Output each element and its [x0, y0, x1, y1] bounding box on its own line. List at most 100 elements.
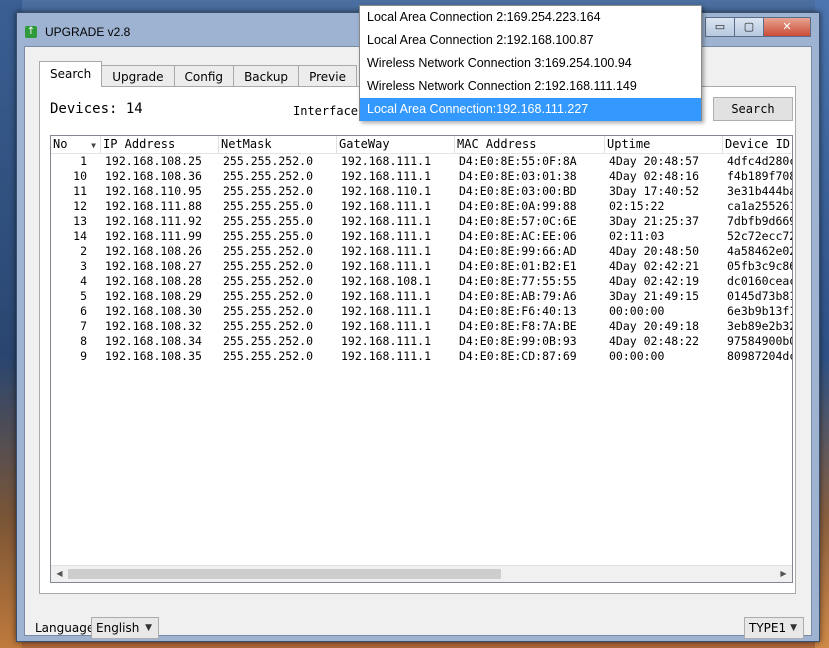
search-button[interactable]: Search — [713, 97, 793, 121]
table-row[interactable]: 3 192.168.108.27 255.255.252.0 192.168.111.… — [51, 259, 793, 274]
tab-bar: Search Upgrade Config Backup Previe — [39, 61, 357, 87]
table-cell: 255.255.252.0 — [223, 334, 314, 348]
sort-down-icon: ▼ — [91, 141, 96, 150]
table-cell: 52c72ecc72 — [727, 229, 793, 243]
table-cell: 255.255.252.0 — [223, 244, 314, 258]
table-cell: D4:E0:8E:0A:99:88 — [459, 199, 577, 213]
interface-dropdown-list: Local Area Connection 2:169.254.223.164 L… — [359, 5, 702, 121]
table-cell: 192.168.108.30 — [105, 304, 202, 318]
table-cell: 192.168.110.95 — [105, 184, 202, 198]
table-cell: 7dbfb9d669 — [727, 214, 793, 228]
table-cell: 192.168.108.28 — [105, 274, 202, 288]
table-cell: 192.168.111.1 — [341, 349, 432, 363]
table-cell: 6 — [80, 304, 87, 318]
table-cell: 11 — [73, 184, 87, 198]
tab-config[interactable]: Config — [173, 65, 235, 87]
table-cell: 0145d73b81 — [727, 289, 793, 303]
app-upload-icon: ↑ — [25, 26, 37, 38]
column-header-netmask[interactable]: NetMask — [219, 136, 337, 153]
table-cell: 05fb3c9c86 — [727, 259, 793, 273]
table-row[interactable]: 10 192.168.108.36 255.255.252.0 192.168.111… — [51, 169, 793, 184]
table-cell: 255.255.252.0 — [223, 154, 314, 168]
table-row[interactable]: 5 192.168.108.29 255.255.252.0 192.168.111.… — [51, 289, 793, 304]
type-value: TYPE1 — [749, 621, 787, 635]
table-body: 1 192.168.108.25 255.255.252.0 192.168.111.… — [51, 154, 793, 364]
table-cell: 4Day 02:42:21 — [609, 259, 700, 273]
table-cell: 192.168.108.25 — [105, 154, 202, 168]
tab-upgrade[interactable]: Upgrade — [101, 65, 175, 87]
maximize-button[interactable]: ▢ — [734, 17, 764, 37]
scroll-left-icon[interactable]: ◀ — [51, 566, 68, 582]
table-cell: 192.168.111.1 — [341, 229, 432, 243]
column-header-mac[interactable]: MAC Address — [455, 136, 605, 153]
table-cell: 192.168.111.1 — [341, 259, 432, 273]
column-header-device-id[interactable]: Device ID — [723, 136, 792, 153]
table-cell: 255.255.252.0 — [223, 304, 314, 318]
table-row[interactable]: 9 192.168.108.35 255.255.252.0 192.168.111.… — [51, 349, 792, 364]
type-select[interactable]: TYPE1 ▼ — [744, 617, 804, 639]
table-cell: ca1a255261 — [727, 199, 793, 213]
table-cell: 192.168.111.1 — [341, 319, 432, 333]
table-cell: 2 — [80, 244, 87, 258]
table-cell: 1 — [80, 154, 87, 168]
window-title: UPGRADE v2.8 — [45, 25, 131, 39]
table-cell: 192.168.108.1 — [341, 274, 432, 288]
column-header-no[interactable]: No ▼ — [51, 136, 101, 153]
table-cell: 3e31b444ba — [727, 184, 793, 198]
table-cell: 10 — [73, 169, 87, 183]
horizontal-scrollbar[interactable]: ◀ ▶ — [51, 565, 792, 582]
table-cell: 3 — [80, 259, 87, 273]
table-cell: 255.255.255.0 — [223, 199, 314, 213]
table-cell: D4:E0:8E:55:0F:8A — [459, 154, 577, 168]
column-header-gateway[interactable]: GateWay — [337, 136, 455, 153]
scroll-right-icon[interactable]: ▶ — [775, 566, 792, 582]
table-row[interactable]: 14 192.168.111.99 255.255.255.0 192.168.111… — [51, 229, 793, 244]
window-controls: ▭ ▢ ✕ — [705, 17, 811, 37]
table-row[interactable]: 7 192.168.108.32 255.255.252.0 192.168.111.… — [51, 319, 792, 334]
language-select[interactable]: English ▼ — [91, 617, 159, 639]
table-cell: 4Day 20:48:50 — [609, 244, 700, 258]
tab-search[interactable]: Search — [39, 61, 103, 87]
bottom-bar: Language English ▼ TYPE1 ▼ — [25, 607, 811, 639]
table-row[interactable]: 4 192.168.108.28 255.255.252.0 192.168.108.… — [51, 274, 792, 289]
table-row[interactable]: 12 192.168.111.88 255.255.255.0 192.168.111… — [51, 199, 793, 214]
table-row[interactable]: 8 192.168.108.34 255.255.252.0 192.168.111.… — [51, 334, 792, 349]
interface-option[interactable]: Local Area Connection 2:192.168.100.87 — [360, 29, 701, 52]
table-row[interactable]: 6 192.168.108.30 255.255.252.0 192.168.111.… — [51, 304, 792, 319]
table-cell: 192.168.111.1 — [341, 304, 432, 318]
scrollbar-thumb[interactable] — [68, 569, 501, 579]
tab-backup[interactable]: Backup — [233, 65, 300, 87]
table-cell: D4:E0:8E:77:55:55 — [459, 274, 577, 288]
interface-option[interactable]: Local Area Connection 2:169.254.223.164 — [360, 6, 701, 29]
table-cell: 255.255.255.0 — [223, 229, 314, 243]
interface-option[interactable]: Wireless Network Connection 3:169.254.10… — [360, 52, 701, 75]
table-row[interactable]: 1 192.168.108.25 255.255.252.0 192.168.111.… — [51, 154, 793, 169]
table-cell: 4Day 20:49:18 — [609, 319, 700, 333]
interface-option[interactable]: Local Area Connection:192.168.111.227 — [360, 98, 701, 121]
table-cell: D4:E0:8E:01:B2:E1 — [459, 259, 577, 273]
table-row[interactable]: 13 192.168.111.92 255.255.255.0 192.168.111… — [51, 214, 793, 229]
language-label: Language — [35, 621, 95, 635]
tab-preview[interactable]: Previe — [298, 65, 357, 87]
table-row[interactable]: 2 192.168.108.26 255.255.252.0 192.168.111.… — [51, 244, 792, 259]
table-cell: 14 — [73, 229, 87, 243]
minimize-button[interactable]: ▭ — [705, 17, 735, 37]
table-cell: 255.255.255.0 — [223, 214, 314, 228]
table-cell: 7 — [80, 319, 87, 333]
table-row[interactable]: 11 192.168.110.95 255.255.252.0 192.168.110… — [51, 184, 793, 199]
table-cell: 192.168.108.29 — [105, 289, 202, 303]
column-header-ip[interactable]: IP Address — [101, 136, 219, 153]
table-cell: D4:E0:8E:57:0C:6E — [459, 214, 577, 228]
table-cell: 255.255.252.0 — [223, 274, 314, 288]
table-cell: 255.255.252.0 — [223, 184, 314, 198]
table-cell: 192.168.111.1 — [341, 199, 432, 213]
close-button[interactable]: ✕ — [763, 17, 811, 37]
table-cell: 4dfc4d280c — [727, 154, 793, 168]
table-cell: 192.168.111.1 — [341, 214, 432, 228]
column-header-label: No — [53, 137, 68, 151]
column-header-uptime[interactable]: Uptime — [605, 136, 723, 153]
interface-option[interactable]: Wireless Network Connection 2:192.168.11… — [360, 75, 701, 98]
table-cell: f4b189f708 — [727, 169, 793, 183]
table-header: No ▼ IP Address NetMask GateWay MAC Addre… — [51, 136, 792, 154]
table-cell: 255.255.252.0 — [223, 169, 314, 183]
